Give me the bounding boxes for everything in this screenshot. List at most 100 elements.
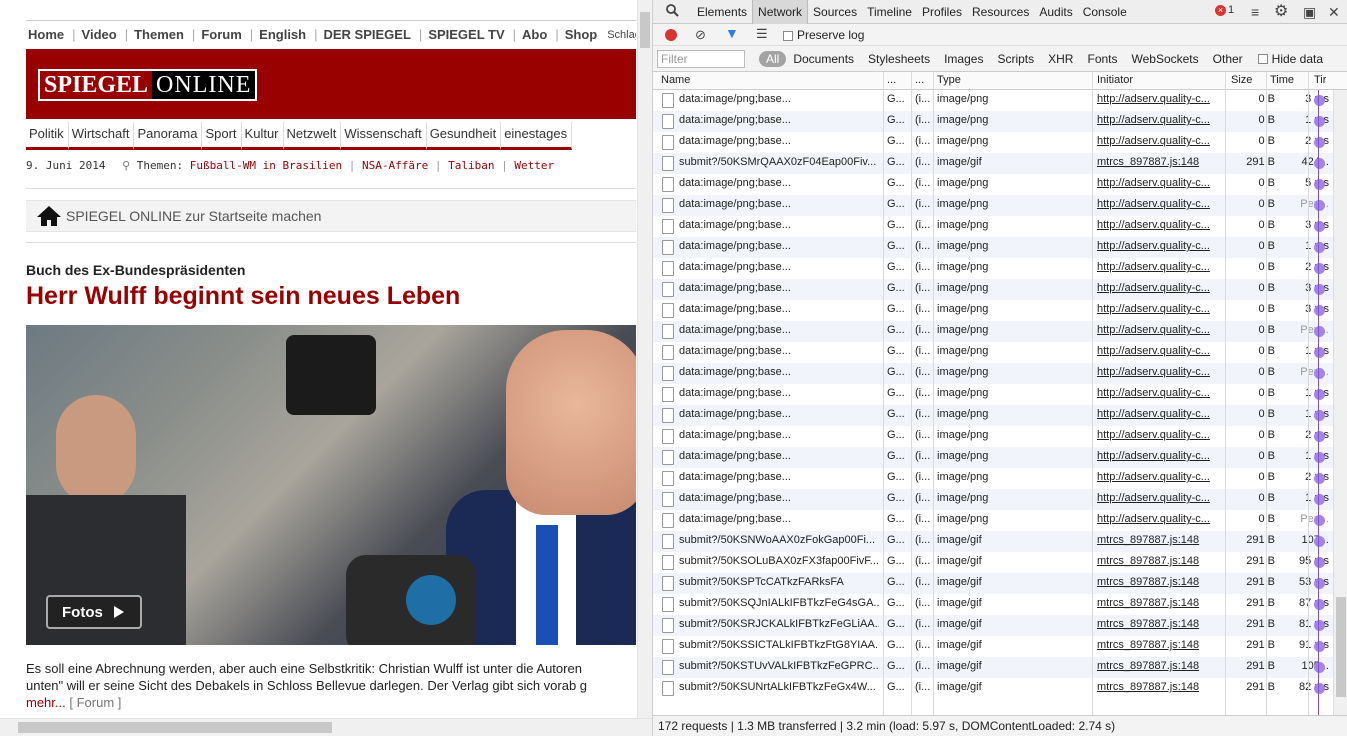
request-row[interactable]: data:image/png;base... G... (i... image/png… <box>653 510 1333 531</box>
request-row[interactable]: data:image/png;base... G... (i... image/png… <box>653 405 1333 426</box>
request-initiator[interactable]: mtrcs_897887.js:148 <box>1097 156 1223 168</box>
category-tab[interactable]: Kultur <box>241 122 284 150</box>
request-initiator[interactable]: http://adserv.quality-c... <box>1097 135 1223 147</box>
filter-type-websockets[interactable]: WebSockets <box>1125 52 1206 66</box>
request-initiator[interactable]: http://adserv.quality-c... <box>1097 303 1223 315</box>
request-initiator[interactable]: http://adserv.quality-c... <box>1097 261 1223 273</box>
topnav-link[interactable]: Abo <box>520 27 555 42</box>
request-initiator[interactable]: mtrcs_897887.js:148 <box>1097 618 1223 630</box>
column-initiator[interactable]: Initiator <box>1097 74 1133 86</box>
request-initiator[interactable]: mtrcs_897887.js:148 <box>1097 681 1223 693</box>
filter-type-documents[interactable]: Documents <box>786 52 861 66</box>
category-tab[interactable]: Wissenschaft <box>341 122 427 150</box>
category-tab[interactable]: Politik <box>26 122 69 150</box>
request-row[interactable]: submit?/50KSNWoAAX0zFokGap00Fi... G... (i.… <box>653 531 1333 552</box>
preserve-log-checkbox[interactable]: Preserve log <box>783 28 864 42</box>
request-row[interactable]: data:image/png;base... G... (i... image/png… <box>653 489 1333 510</box>
request-initiator[interactable]: http://adserv.quality-c... <box>1097 240 1223 252</box>
search-icon[interactable] <box>661 3 684 20</box>
request-initiator[interactable]: http://adserv.quality-c... <box>1097 471 1223 483</box>
topnav-link[interactable]: SPIEGEL TV <box>426 27 512 42</box>
topnav-link[interactable]: DER SPIEGEL <box>322 27 419 42</box>
search-label[interactable]: Schlag: <box>605 29 636 41</box>
devtools-tab-elements[interactable]: Elements <box>692 5 752 19</box>
category-tab[interactable]: Netzwelt <box>283 122 342 150</box>
console-drawer-icon[interactable]: ≡ <box>1251 4 1259 20</box>
request-row[interactable]: data:image/png;base... G... (i... image/png… <box>653 279 1333 300</box>
request-initiator[interactable]: http://adserv.quality-c... <box>1097 282 1223 294</box>
filter-type-stylesheets[interactable]: Stylesheets <box>861 52 937 66</box>
request-row[interactable]: submit?/50KSUNrtALkIFBTkzFeGx4W... G... (i… <box>653 678 1333 699</box>
request-row[interactable]: data:image/png;base... G... (i... image/png… <box>653 468 1333 489</box>
filter-icon[interactable]: ▼ <box>725 25 739 41</box>
request-initiator[interactable]: mtrcs_897887.js:148 <box>1097 597 1223 609</box>
request-row[interactable]: submit?/50KSOLuBAX0zFX3fap00FivF... G... (… <box>653 552 1333 573</box>
request-initiator[interactable]: http://adserv.quality-c... <box>1097 93 1223 105</box>
request-row[interactable]: submit?/50KSTUvVALkIFBTkzFeGPRC... G... (i… <box>653 657 1333 678</box>
clear-icon[interactable]: ⊘ <box>695 27 706 43</box>
devtools-tab-audits[interactable]: Audits <box>1034 5 1077 19</box>
filter-type-all[interactable]: All <box>759 50 787 67</box>
scrollbar-thumb[interactable] <box>1336 597 1346 697</box>
page-vertical-scrollbar[interactable] <box>637 0 652 718</box>
topic-link[interactable]: Wetter <box>514 159 554 172</box>
request-row[interactable]: data:image/png;base... G... (i... image/png… <box>653 174 1333 195</box>
category-tab[interactable]: Panorama <box>134 122 203 150</box>
column-name[interactable]: Name <box>661 74 690 86</box>
filter-type-images[interactable]: Images <box>937 52 990 66</box>
column-timeline[interactable]: Tir <box>1314 74 1326 86</box>
category-tab[interactable]: Gesundheit <box>426 122 502 150</box>
request-initiator[interactable]: http://adserv.quality-c... <box>1097 114 1223 126</box>
dock-icon[interactable]: ▣ <box>1303 4 1316 20</box>
topnav-link[interactable]: English <box>257 27 314 42</box>
request-row[interactable]: submit?/50KSPTcCATkzFARksFA G... (i... imag… <box>653 573 1333 594</box>
topnav-link[interactable]: Video <box>80 27 125 42</box>
request-row[interactable]: data:image/png;base... G... (i... image/png… <box>653 300 1333 321</box>
request-initiator[interactable]: http://adserv.quality-c... <box>1097 513 1223 525</box>
column-status[interactable]: ... <box>915 74 924 86</box>
request-row[interactable]: data:image/png;base... G... (i... image/png… <box>653 258 1333 279</box>
request-initiator[interactable]: mtrcs_897887.js:148 <box>1097 576 1223 588</box>
request-initiator[interactable]: http://adserv.quality-c... <box>1097 387 1223 399</box>
request-initiator[interactable]: http://adserv.quality-c... <box>1097 408 1223 420</box>
request-row[interactable]: data:image/png;base... G... (i... image/png… <box>653 447 1333 468</box>
topic-link[interactable]: Fußball-WM in Brasilien <box>190 159 342 172</box>
request-row[interactable]: data:image/png;base... G... (i... image/png… <box>653 195 1333 216</box>
topnav-link[interactable]: Forum <box>199 27 249 42</box>
filter-type-other[interactable]: Other <box>1206 52 1250 66</box>
filter-input[interactable]: Filter <box>657 49 745 68</box>
topnav-link[interactable]: Shop <box>563 27 606 42</box>
request-initiator[interactable]: http://adserv.quality-c... <box>1097 366 1223 378</box>
category-tab[interactable]: Sport <box>202 122 242 150</box>
forum-link[interactable]: [ Forum ] <box>69 695 121 710</box>
topnav-link[interactable]: Themen <box>132 27 192 42</box>
request-row[interactable]: data:image/png;base... G... (i... image/png… <box>653 342 1333 363</box>
devtools-tab-timeline[interactable]: Timeline <box>862 5 917 19</box>
record-icon[interactable] <box>665 29 677 41</box>
request-row[interactable]: submit?/50KSQJnIALkIFBTkzFeG4sGA... G... (… <box>653 594 1333 615</box>
request-initiator[interactable]: mtrcs_897887.js:148 <box>1097 660 1223 672</box>
request-initiator[interactable]: http://adserv.quality-c... <box>1097 450 1223 462</box>
request-row[interactable]: data:image/png;base... G... (i... image/png… <box>653 426 1333 447</box>
column-method[interactable]: ... <box>887 74 896 86</box>
devtools-tab-resources[interactable]: Resources <box>967 5 1034 19</box>
request-initiator[interactable]: http://adserv.quality-c... <box>1097 177 1223 189</box>
fotos-button[interactable]: Fotos <box>46 595 142 629</box>
request-initiator[interactable]: http://adserv.quality-c... <box>1097 429 1223 441</box>
page-horizontal-scrollbar[interactable] <box>0 718 652 736</box>
request-row[interactable]: data:image/png;base... G... (i... image/png… <box>653 90 1333 111</box>
request-initiator[interactable]: mtrcs_897887.js:148 <box>1097 639 1223 651</box>
startpage-bar[interactable]: SPIEGEL ONLINE zur Startseite machen <box>26 200 636 232</box>
article-photo[interactable]: Fotos <box>26 325 636 645</box>
request-initiator[interactable]: http://adserv.quality-c... <box>1097 345 1223 357</box>
spiegel-online-logo[interactable]: SPIEGEL ONLINE <box>38 69 258 101</box>
devtools-tab-network[interactable]: Network <box>752 0 809 24</box>
request-initiator[interactable]: http://adserv.quality-c... <box>1097 492 1223 504</box>
request-row[interactable]: data:image/png;base... G... (i... image/png… <box>653 321 1333 342</box>
scrollbar-thumb[interactable] <box>18 722 332 733</box>
close-icon[interactable]: ✕ <box>1328 4 1340 20</box>
request-initiator[interactable]: http://adserv.quality-c... <box>1097 219 1223 231</box>
request-initiator[interactable]: mtrcs_897887.js:148 <box>1097 555 1223 567</box>
request-row[interactable]: data:image/png;base... G... (i... image/png… <box>653 363 1333 384</box>
request-initiator[interactable]: mtrcs_897887.js:148 <box>1097 534 1223 546</box>
